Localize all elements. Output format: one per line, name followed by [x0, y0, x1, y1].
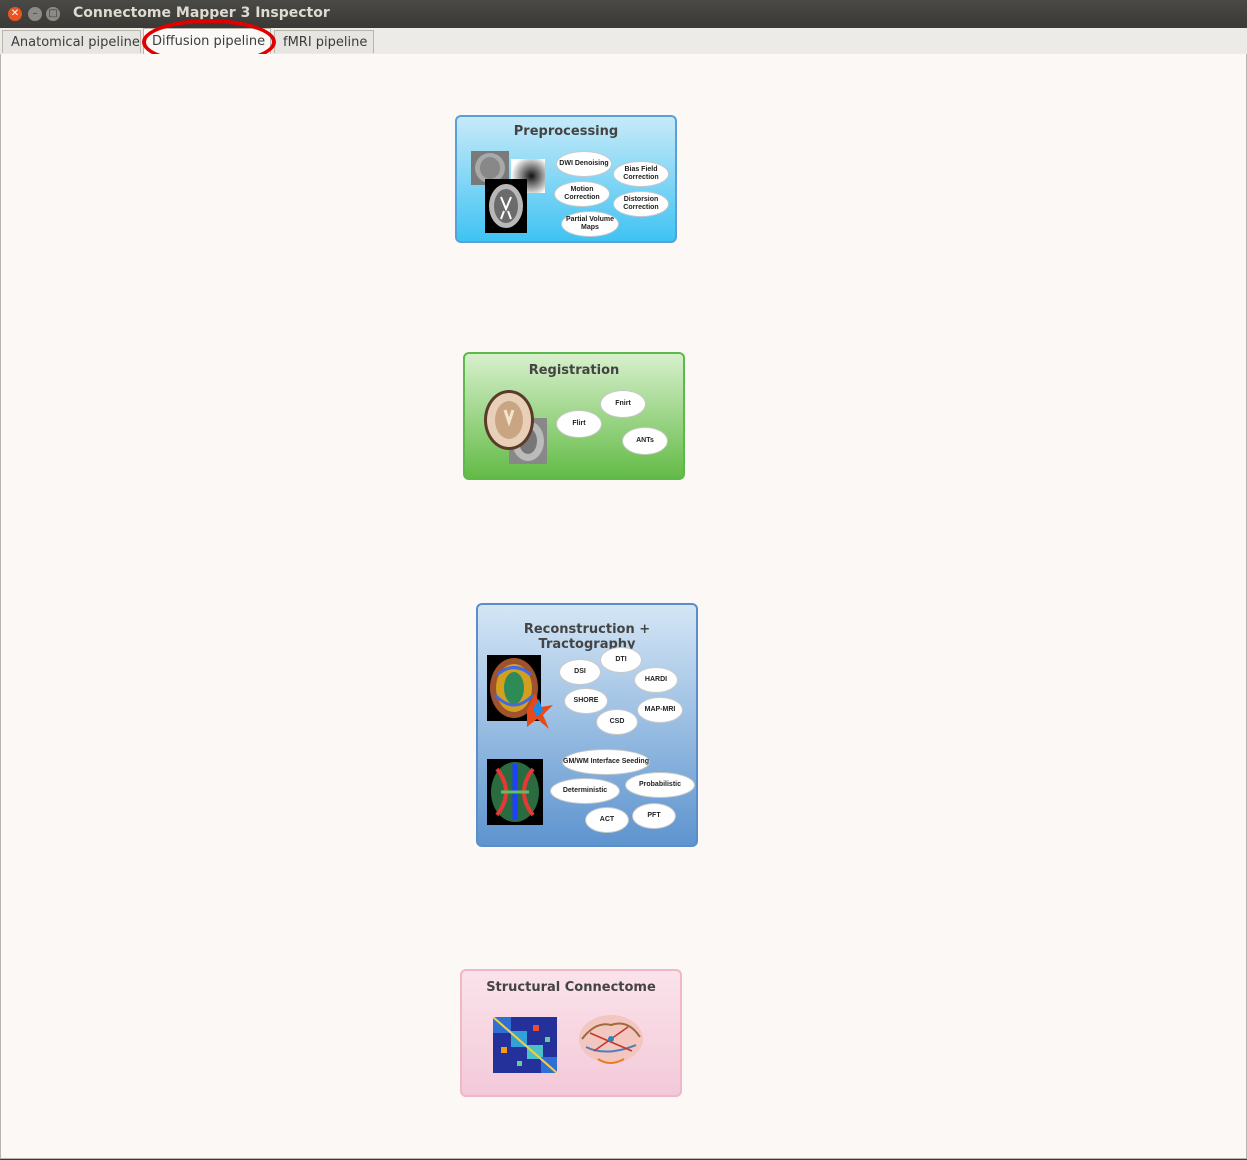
step-shore: SHORE	[564, 688, 608, 714]
window-title: Connectome Mapper 3 Inspector	[73, 5, 330, 21]
step-distorsion-correction: Distorsion Correction	[613, 191, 669, 217]
tab-diffusion-pipeline[interactable]: Diffusion pipeline	[143, 28, 271, 54]
maximize-window-button[interactable]: □	[46, 7, 60, 21]
step-csd: CSD	[596, 709, 638, 735]
step-pft: PFT	[632, 803, 676, 829]
step-bias-field-correction: Bias Field Correction	[613, 161, 669, 187]
step-flirt: Flirt	[556, 410, 602, 438]
registration-brain-images	[484, 390, 547, 464]
reconstruction-title: Reconstruction + Tractography	[523, 622, 651, 652]
step-fnirt: Fnirt	[600, 390, 646, 418]
minimize-window-button[interactable]: –	[28, 7, 42, 21]
reconstruction-tractography-stage-button[interactable]: Reconstruction + Tractography DTI DSI HA…	[476, 603, 698, 847]
connectivity-matrix-image	[493, 1017, 557, 1073]
step-map-mri: MAP-MRI	[637, 697, 683, 723]
registration-title: Registration	[528, 363, 620, 378]
step-probabilistic: Probabilistic	[625, 772, 695, 798]
reconstruction-brain-image	[487, 655, 553, 729]
preprocessing-brain-images	[471, 151, 545, 233]
step-ants: ANTs	[622, 427, 668, 455]
window-titlebar: ✕ – □ Connectome Mapper 3 Inspector	[0, 0, 1247, 28]
step-dwi-denoising: DWI Denoising	[556, 151, 612, 177]
pipeline-canvas: Preprocessing DWI Denoising Bias Field C…	[0, 54, 1247, 1159]
step-dsi: DSI	[559, 659, 601, 685]
tractography-brain-image	[487, 759, 543, 825]
step-act: ACT	[585, 807, 629, 833]
step-partial-volume-maps: Partial Volume Maps	[561, 211, 619, 237]
preprocessing-stage-button[interactable]: Preprocessing DWI Denoising Bias Field C…	[455, 115, 677, 243]
structural-connectome-stage-button[interactable]: Structural Connectome	[460, 969, 682, 1097]
connectome-title: Structural Connectome	[486, 980, 656, 995]
step-dti: DTI	[600, 647, 642, 673]
registration-stage-button[interactable]: Registration Fnirt Flirt ANTs	[463, 352, 685, 480]
tab-anatomical-pipeline[interactable]: Anatomical pipeline	[2, 30, 141, 53]
step-motion-correction: Motion Correction	[554, 181, 610, 207]
step-deterministic: Deterministic	[550, 778, 620, 804]
step-gm-wm-interface-seeding: GM/WM Interface Seeding	[562, 749, 650, 775]
step-hardi: HARDI	[634, 667, 678, 693]
tab-fmri-pipeline[interactable]: fMRI pipeline	[274, 30, 374, 53]
pipeline-tab-bar: Anatomical pipeline Diffusion pipeline f…	[0, 28, 1247, 55]
preprocessing-title: Preprocessing	[513, 124, 619, 139]
connectome-brain-image	[579, 1015, 643, 1064]
close-window-button[interactable]: ✕	[8, 7, 22, 21]
